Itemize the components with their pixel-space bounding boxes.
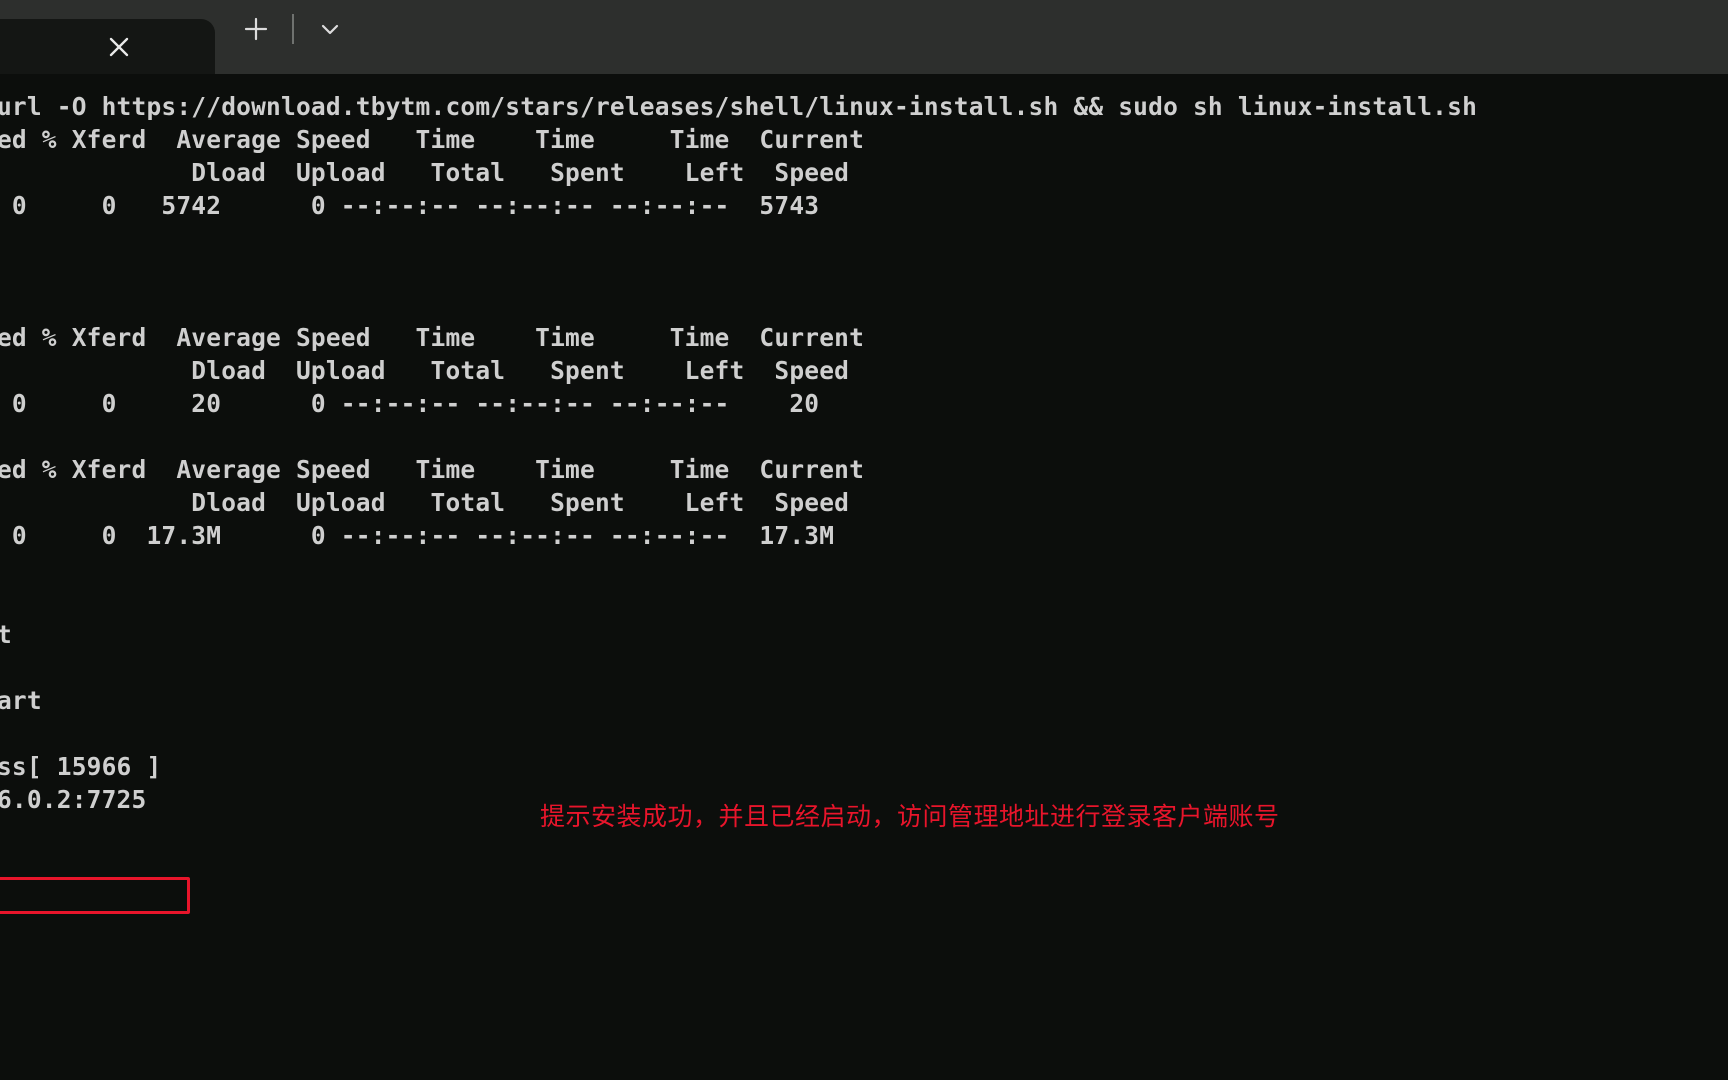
terminal-line: ved % Xferd Average Speed Time Time Time…	[0, 323, 865, 352]
toolbar-divider	[292, 14, 294, 44]
annotation-highlight-box	[0, 877, 190, 914]
terminal-line: ved % Xferd Average Speed Time Time Time…	[0, 125, 865, 154]
close-icon[interactable]	[100, 28, 138, 66]
terminal-window: curl -O https://download.tbytm.com/stars…	[0, 0, 1728, 1080]
tab-bar	[0, 0, 1728, 74]
annotation-note-text: 提示安装成功，并且已经启动，访问管理地址进行登录客户端账号	[540, 802, 1280, 831]
terminal-line: 0 0 5742 0 --:--:-- --:--:-- --:--:-- 57…	[0, 191, 820, 220]
terminal-line: 0 0 20 0 --:--:-- --:--:-- --:--:-- 20	[0, 389, 820, 418]
terminal-line: p	[0, 651, 1728, 684]
tab-bar-controls	[215, 0, 353, 74]
terminal-output-area[interactable]: curl -O https://download.tbytm.com/stars…	[0, 74, 1728, 1080]
terminal-line: 0 0 17.3M 0 --:--:-- --:--:-- --:--:-- 1…	[0, 521, 835, 550]
terminal-line: ved % Xferd Average Speed Time Time Time…	[0, 455, 865, 484]
terminal-line: ess[ 15966 ]	[0, 752, 162, 781]
terminal-line: Dload Upload Total Spent Left Speed	[0, 488, 850, 517]
terminal-line: tart	[0, 686, 42, 715]
terminal-line: rt	[0, 620, 12, 649]
plus-icon[interactable]	[233, 6, 279, 52]
terminal-text-buffer: curl -O https://download.tbytm.com/stars…	[0, 90, 1728, 816]
terminal-line: Dload Upload Total Spent Left Speed	[0, 158, 850, 187]
terminal-tab-active[interactable]	[0, 19, 215, 74]
terminal-line: Dload Upload Total Spent Left Speed	[0, 356, 850, 385]
terminal-line: curl -O https://download.tbytm.com/stars…	[0, 92, 1478, 121]
chevron-down-icon[interactable]	[307, 6, 353, 52]
